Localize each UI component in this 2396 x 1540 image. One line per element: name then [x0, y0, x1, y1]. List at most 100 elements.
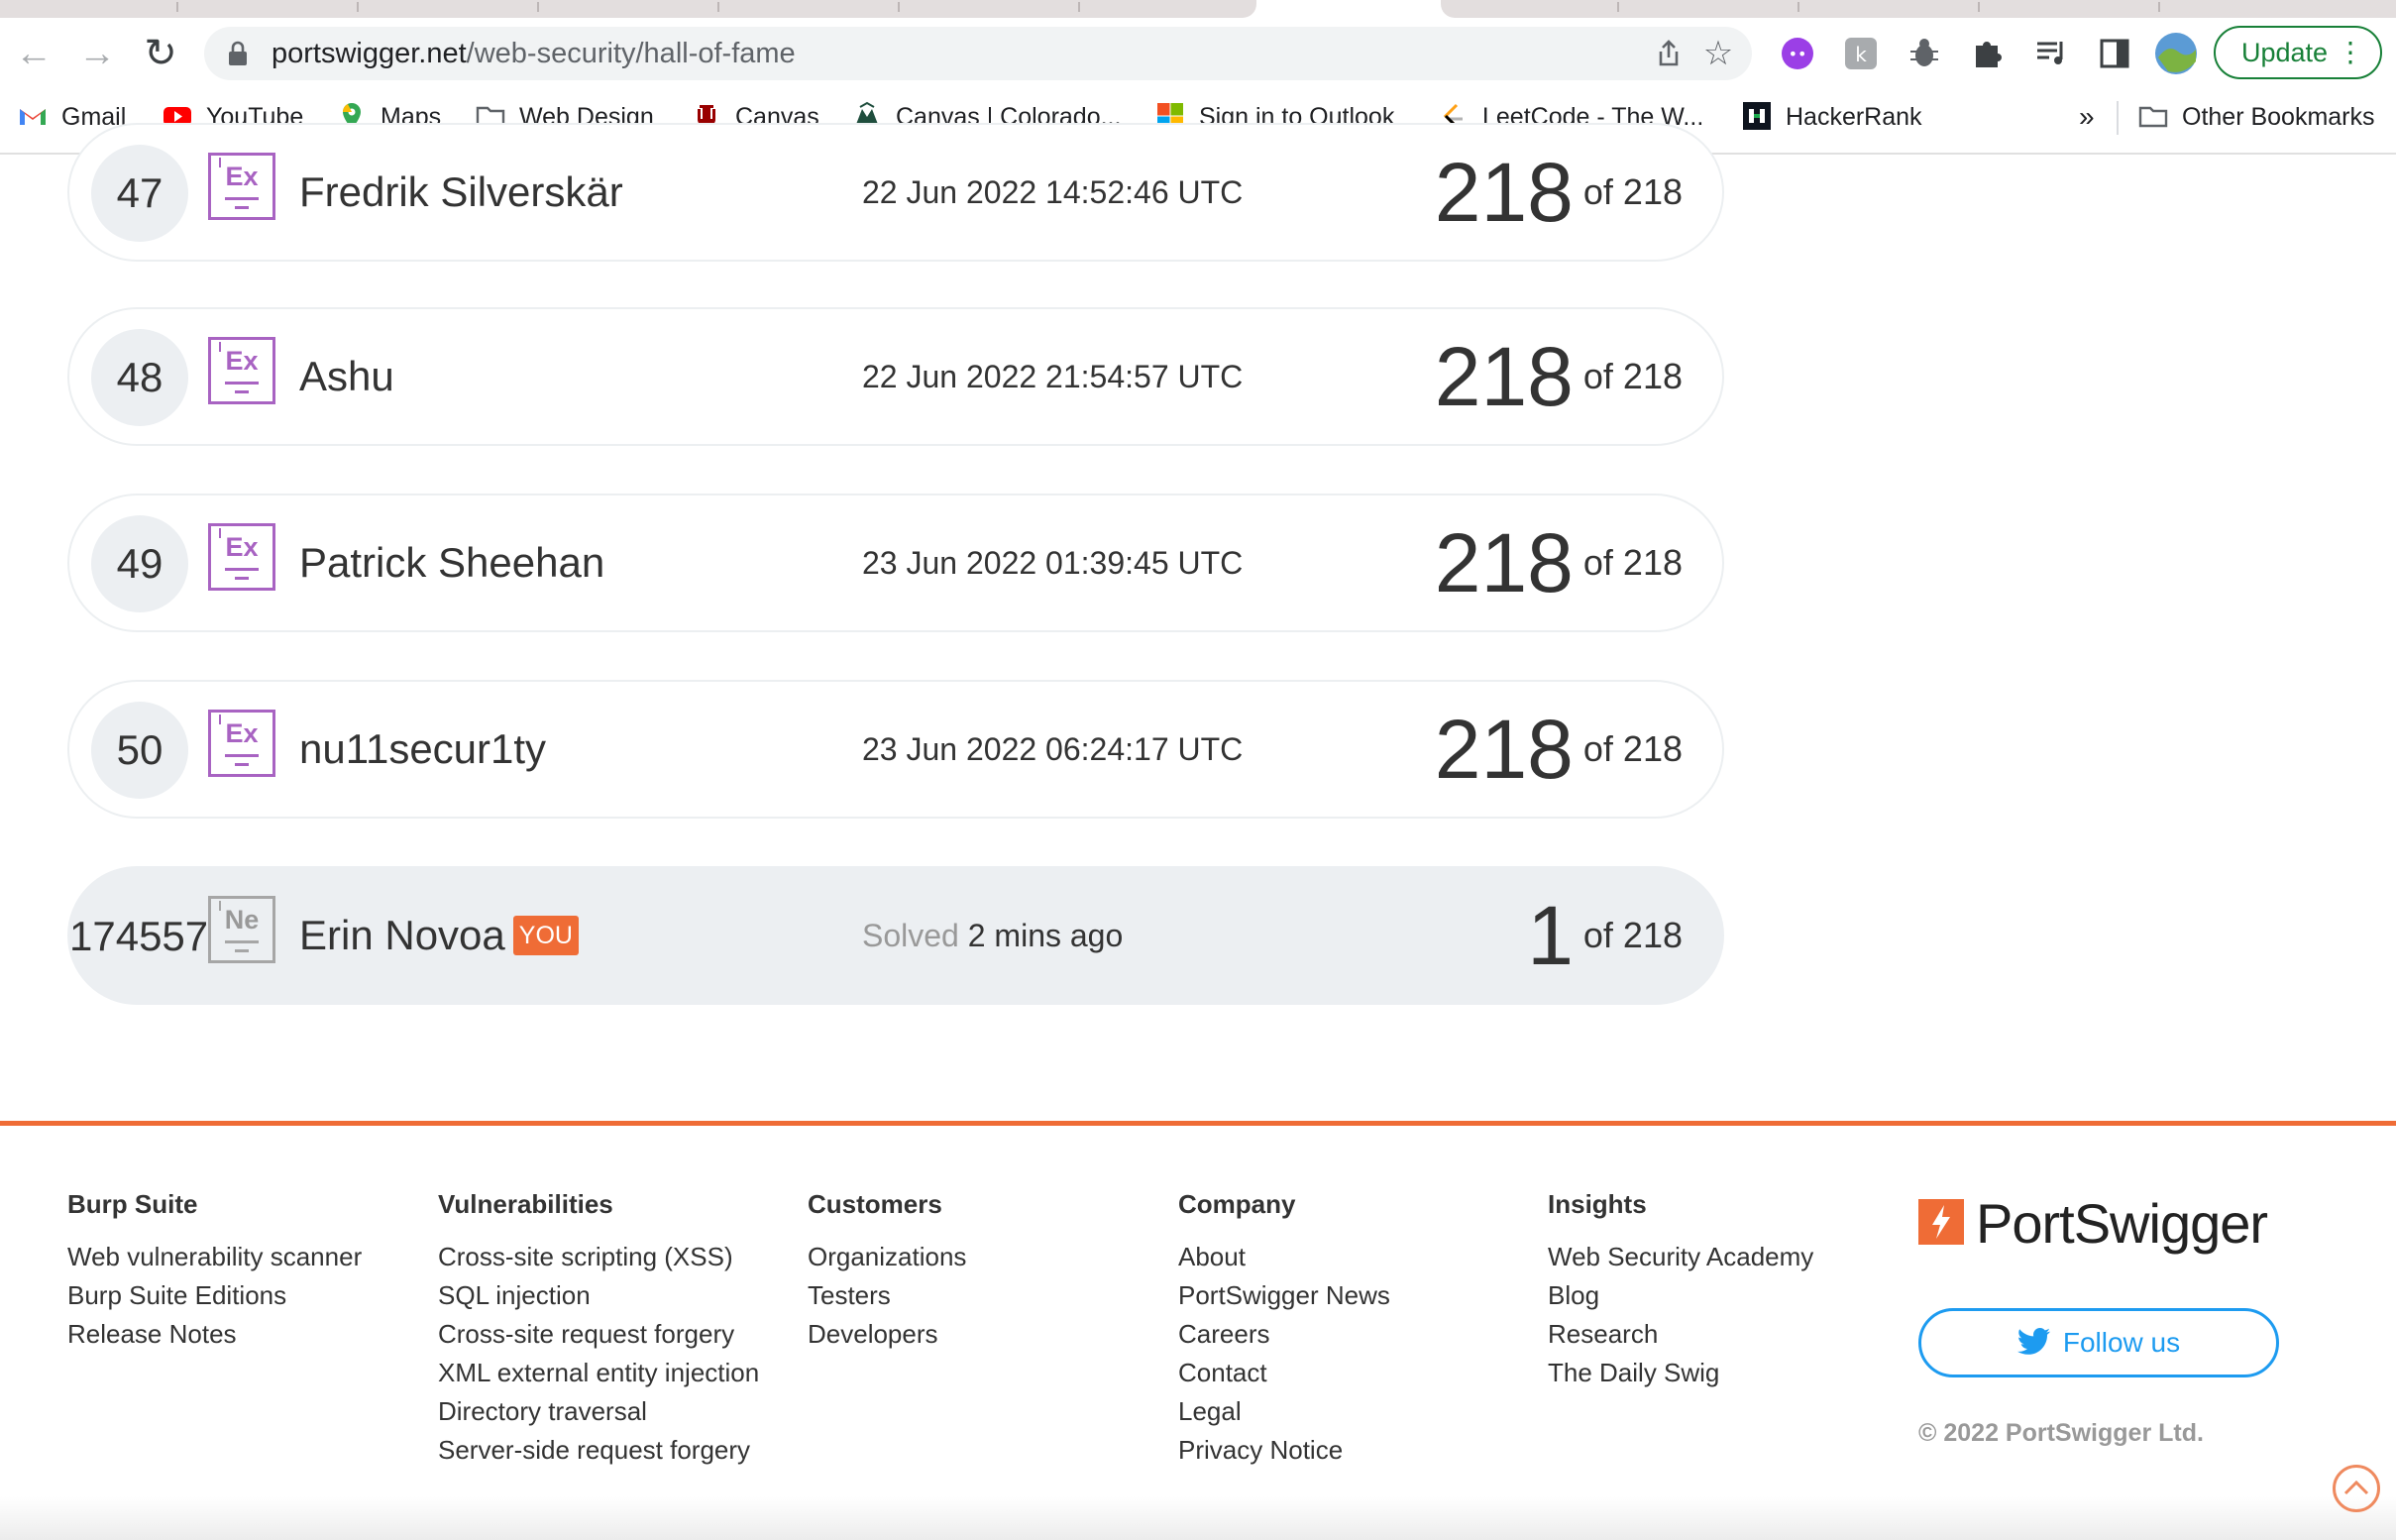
- follow-us-button[interactable]: Follow us: [1918, 1308, 2279, 1377]
- footer-link[interactable]: Privacy Notice: [1178, 1431, 1390, 1470]
- footer-heading: Customers: [808, 1189, 942, 1219]
- score-value: 218: [1434, 146, 1574, 239]
- user-name: Ashu: [299, 353, 394, 399]
- leaderboard-row: 48 Ex Ashu 22 Jun 2022 21:54:57 UTC 218 o…: [67, 307, 1724, 446]
- footer-link[interactable]: Burp Suite Editions: [67, 1276, 362, 1315]
- footer-link[interactable]: Testers: [808, 1276, 966, 1315]
- user-name: Patrick Sheehan: [299, 539, 605, 586]
- share-icon[interactable]: [1653, 38, 1685, 69]
- footer-link[interactable]: Web vulnerability scanner: [67, 1238, 362, 1276]
- footer-link[interactable]: Legal: [1178, 1392, 1390, 1431]
- footer-heading: Insights: [1548, 1189, 1647, 1219]
- solved-when: 2 mins ago: [967, 918, 1124, 953]
- tab-separator: [537, 2, 539, 12]
- extension-gray-icon[interactable]: k: [1843, 36, 1879, 71]
- score-value: 218: [1434, 703, 1574, 796]
- footer-link[interactable]: Directory traversal: [438, 1392, 759, 1431]
- footer-link[interactable]: Contact: [1178, 1354, 1390, 1392]
- inactive-tabs-left[interactable]: [0, 0, 1256, 18]
- leaderboard-row: 50 Ex nu11secur1ty 23 Jun 2022 06:24:17 …: [67, 680, 1724, 819]
- footer-link[interactable]: About: [1178, 1238, 1390, 1276]
- footer-link[interactable]: SQL injection: [438, 1276, 759, 1315]
- expert-badge-icon: Ex: [208, 523, 275, 591]
- puzzle-icon[interactable]: [1970, 36, 2006, 71]
- scroll-to-top-button[interactable]: [2333, 1465, 2380, 1512]
- completion-time: 23 Jun 2022 06:24:17 UTC: [862, 731, 1244, 767]
- hackerrank-icon: [1743, 102, 1771, 131]
- bug-icon[interactable]: [1906, 36, 1942, 71]
- user-name: Erin Novoa YOU: [299, 868, 579, 1003]
- tab-separator: [1617, 2, 1619, 12]
- tab-separator: [717, 2, 719, 12]
- footer-link[interactable]: Organizations: [808, 1238, 966, 1276]
- score-total: of 218: [1582, 171, 1683, 212]
- browser-toolbar: ← → ↻ portswigger.net/web-security/hall-…: [0, 18, 2396, 89]
- footer-link[interactable]: Server-side request forgery: [438, 1431, 759, 1470]
- footer-link[interactable]: Cross-site scripting (XSS): [438, 1238, 759, 1276]
- expert-badge-icon: Ex: [208, 337, 275, 404]
- footer-link[interactable]: The Daily Swig: [1548, 1354, 1813, 1392]
- score-total: of 218: [1582, 728, 1683, 769]
- address-bar[interactable]: portswigger.net/web-security/hall-of-fam…: [204, 27, 1752, 80]
- tab-separator: [176, 2, 178, 12]
- portswigger-wordmark: PortSwigger: [1976, 1192, 2268, 1255]
- bookmarks-overflow-chevron[interactable]: »: [2079, 89, 2095, 153]
- expert-badge-icon: Ex: [208, 710, 275, 777]
- url-text[interactable]: portswigger.net/web-security/hall-of-fam…: [272, 27, 796, 80]
- star-icon[interactable]: ☆: [1702, 37, 1734, 70]
- footer-link[interactable]: Research: [1548, 1315, 1813, 1354]
- score-total: of 218: [1582, 915, 1683, 955]
- more-vert-icon: ⋮: [2337, 37, 2364, 67]
- tab-strip: [0, 0, 2396, 18]
- user-name: nu11secur1ty: [299, 725, 547, 772]
- side-panel-icon[interactable]: [2097, 36, 2132, 71]
- footer-link[interactable]: Cross-site request forgery: [438, 1315, 759, 1354]
- user-name: Fredrik Silverskär: [299, 168, 623, 215]
- solved-label: Solved: [862, 918, 959, 953]
- footer-column-vulnerabilities: Vulnerabilities Cross-site scripting (XS…: [438, 1189, 759, 1470]
- footer-column-customers: Customers Organizations Testers Develope…: [808, 1189, 966, 1354]
- tab-separator: [357, 2, 359, 12]
- footer-link[interactable]: Developers: [808, 1315, 966, 1354]
- score-value: 218: [1434, 330, 1574, 423]
- media-queue-icon[interactable]: [2033, 36, 2069, 71]
- score-value: 218: [1434, 516, 1574, 609]
- footer-link[interactable]: Release Notes: [67, 1315, 362, 1354]
- forward-arrow-icon[interactable]: →: [75, 32, 119, 75]
- lock-icon[interactable]: [228, 41, 248, 66]
- back-arrow-icon[interactable]: ←: [12, 32, 55, 75]
- extension-purple-icon[interactable]: ••: [1780, 36, 1815, 71]
- current-user-row: 174557 Ne Erin Novoa YOU Solved 2 mins ag…: [67, 866, 1724, 1005]
- footer-link[interactable]: Careers: [1178, 1315, 1390, 1354]
- footer-divider: [0, 1121, 2396, 1126]
- twitter-bird-icon: [2016, 1327, 2050, 1355]
- profile-avatar-icon[interactable]: [2154, 32, 2198, 75]
- update-button[interactable]: Update ⋮: [2214, 26, 2382, 79]
- score: 1 of 218: [1527, 868, 1683, 1003]
- footer-link[interactable]: PortSwigger News: [1178, 1276, 1390, 1315]
- footer-column-insights: Insights Web Security Academy Blog Resea…: [1548, 1189, 1813, 1392]
- rank-number: 47: [91, 145, 188, 242]
- footer-link[interactable]: Web Security Academy: [1548, 1238, 1813, 1276]
- reload-icon[interactable]: ↻: [139, 32, 182, 75]
- completion-time: 22 Jun 2022 14:52:46 UTC: [862, 174, 1244, 210]
- footer-link[interactable]: XML external entity injection: [438, 1354, 759, 1392]
- leaderboard-row: 49 Ex Patrick Sheehan 23 Jun 2022 01:39:…: [67, 494, 1724, 632]
- bookmarks-divider: [2117, 101, 2119, 135]
- tab-separator: [2158, 2, 2160, 12]
- footer-heading: Company: [1178, 1189, 1296, 1219]
- newbie-badge-icon: Ne: [208, 896, 275, 963]
- portswigger-logo-icon: [1918, 1199, 1964, 1245]
- inactive-tabs-right[interactable]: [1441, 0, 2396, 18]
- completion-time: 23 Jun 2022 01:39:45 UTC: [862, 545, 1244, 581]
- completion-time: 22 Jun 2022 21:54:57 UTC: [862, 359, 1244, 394]
- bookmark-hackerrank[interactable]: HackerRank: [1742, 89, 1922, 153]
- bookmark-other-bookmarks[interactable]: Other Bookmarks: [2138, 89, 2375, 153]
- solved-time: Solved 2 mins ago: [862, 868, 1123, 1003]
- rank-number: 48: [91, 329, 188, 426]
- score-total: of 218: [1582, 356, 1683, 396]
- bottom-shadow: [0, 1496, 2396, 1540]
- footer-link[interactable]: Blog: [1548, 1276, 1813, 1315]
- footer-column-burp-suite: Burp Suite Web vulnerability scanner Bur…: [67, 1189, 362, 1354]
- gmail-icon: [20, 109, 46, 126]
